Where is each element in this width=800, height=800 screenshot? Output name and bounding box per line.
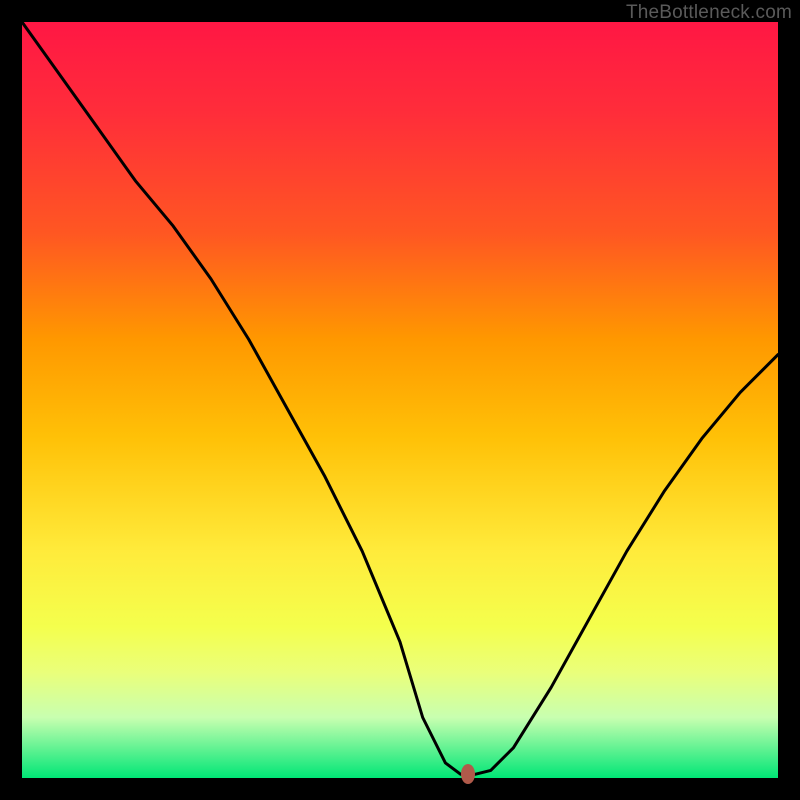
minimum-marker bbox=[461, 764, 475, 784]
chart-frame: TheBottleneck.com bbox=[0, 0, 800, 800]
plot-area bbox=[22, 22, 778, 778]
watermark-label: TheBottleneck.com bbox=[626, 2, 792, 24]
line-curve bbox=[22, 22, 778, 778]
